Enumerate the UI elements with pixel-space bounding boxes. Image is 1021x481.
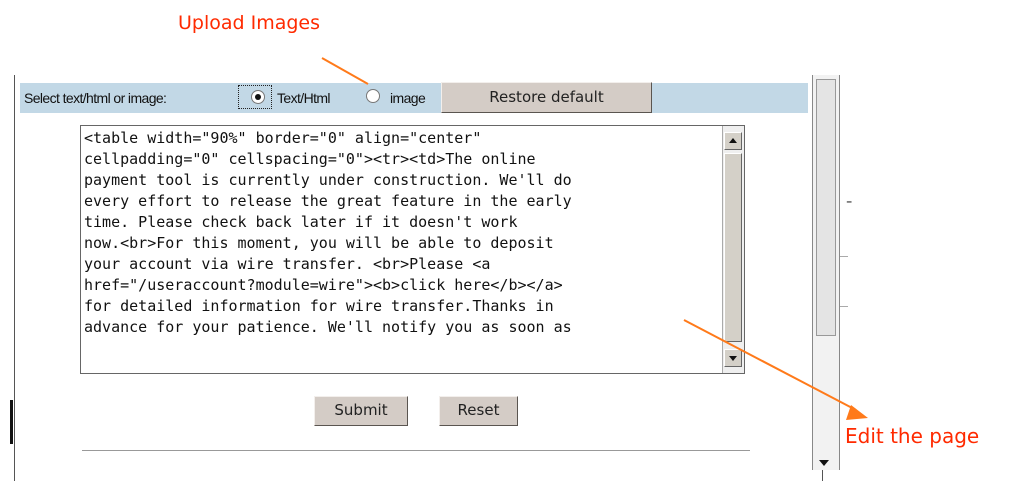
edit-annotation-line	[683, 319, 857, 411]
upload-annotation-line	[321, 57, 369, 85]
annotation-arrows	[321, 57, 868, 420]
edit-page-annotation: Edit the page	[845, 424, 980, 448]
